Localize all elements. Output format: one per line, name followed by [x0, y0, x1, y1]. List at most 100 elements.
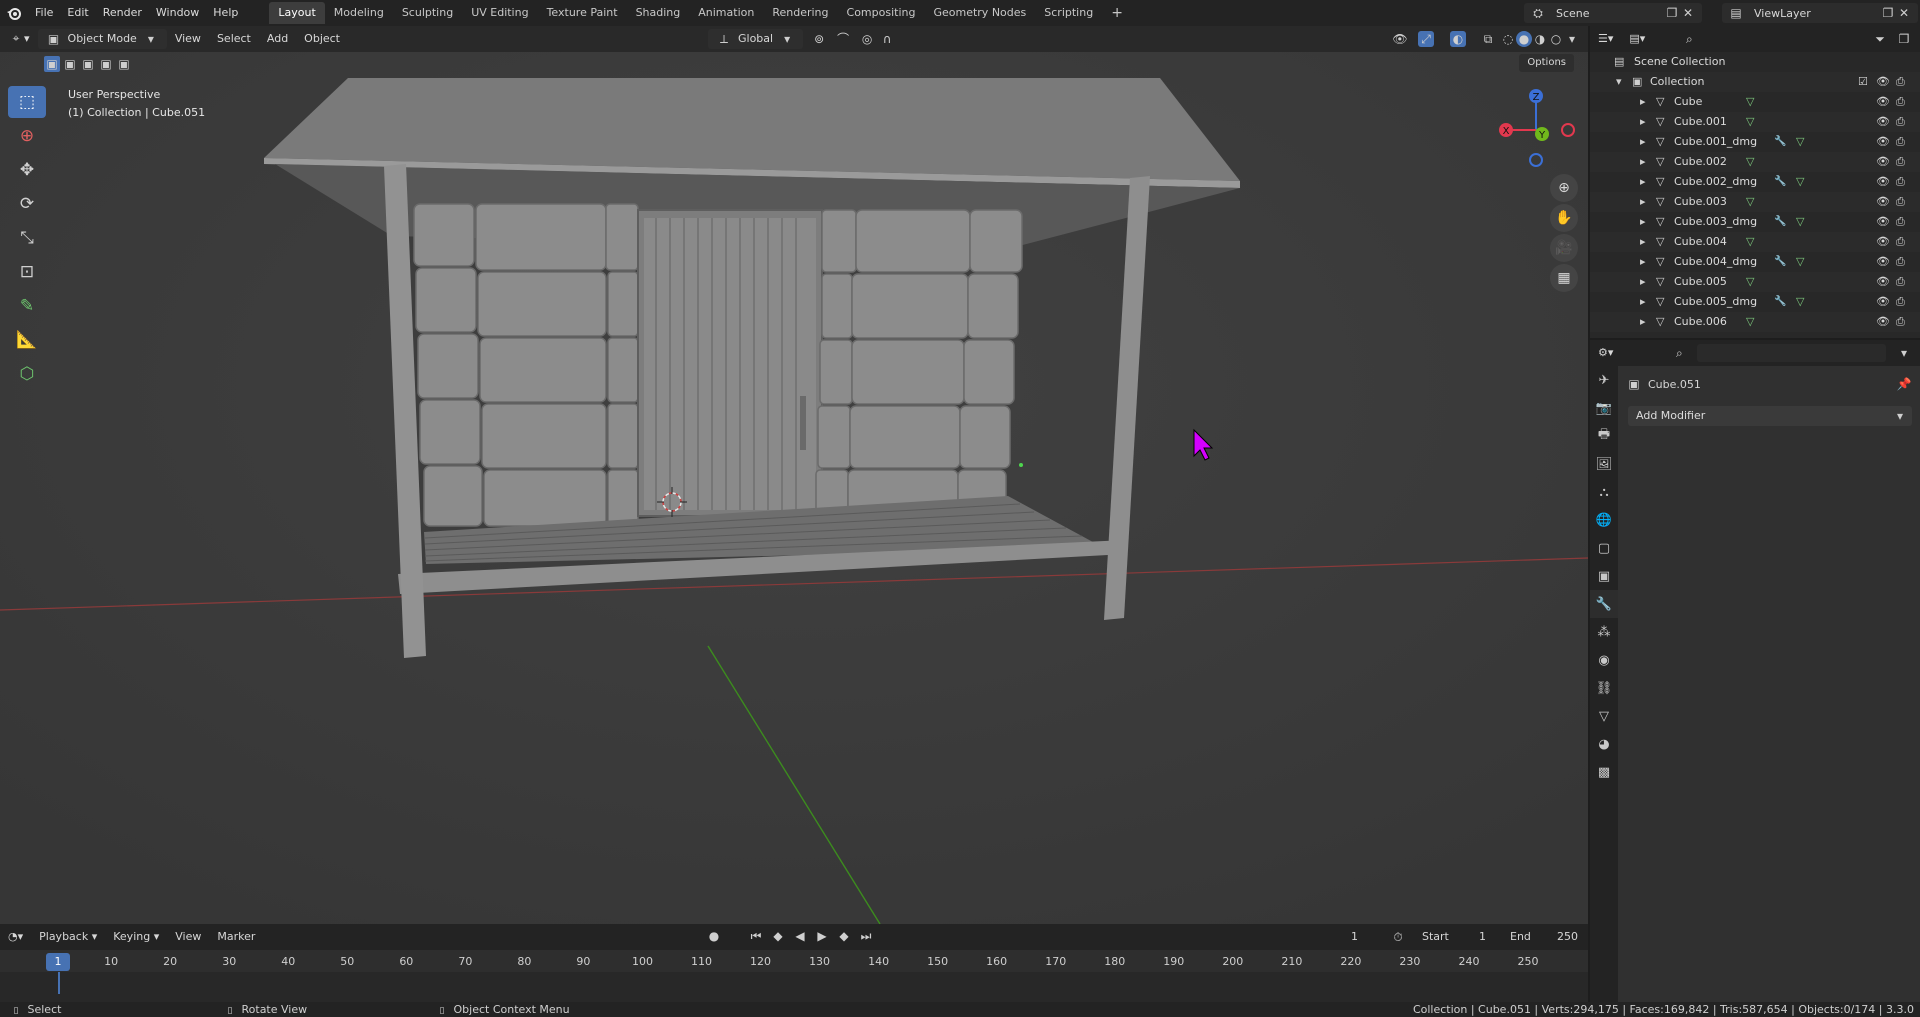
expand-arrow-icon[interactable]: ▸: [1640, 232, 1646, 252]
expand-arrow-icon[interactable]: ▸: [1640, 92, 1646, 112]
camera-render-icon[interactable]: ⎙: [1896, 192, 1905, 212]
camera-render-icon[interactable]: ⎙: [1896, 272, 1905, 292]
timeline-editor-type-icon[interactable]: ◔▾: [0, 927, 31, 947]
camera-render-icon[interactable]: ⎙: [1896, 252, 1905, 272]
tab-animation[interactable]: Animation: [689, 2, 763, 24]
camera-render-icon[interactable]: ⎙: [1896, 212, 1905, 232]
object-tab-icon[interactable]: ▣: [1590, 562, 1618, 590]
tab-geometry-nodes[interactable]: Geometry Nodes: [924, 2, 1035, 24]
tab-compositing[interactable]: Compositing: [838, 2, 925, 24]
camera-render-icon[interactable]: ⎙: [1896, 172, 1905, 192]
tab-modeling[interactable]: Modeling: [325, 2, 393, 24]
expand-arrow-icon[interactable]: ▸: [1640, 112, 1646, 132]
eye-icon[interactable]: 👁: [1876, 172, 1890, 192]
visibility-icon[interactable]: 👁: [1392, 31, 1408, 47]
jump-start-icon[interactable]: ⏮: [748, 928, 764, 944]
eye-icon[interactable]: 👁: [1876, 272, 1890, 292]
outliner-object-row[interactable]: ▸ ▽ Cube.001 ▽ 👁 ⎙: [1590, 112, 1920, 132]
outliner-scene-collection[interactable]: ▤ Scene Collection: [1590, 52, 1920, 72]
properties-editor-type-icon[interactable]: ⚙▾: [1590, 343, 1621, 363]
view-layer-selector[interactable]: ▤ ViewLayer ❐ ✕: [1722, 3, 1918, 23]
menu-render[interactable]: Render: [96, 3, 149, 23]
wrench-modifier-icon[interactable]: 🔧: [1774, 172, 1786, 192]
shading-options-icon[interactable]: ▾: [1564, 31, 1580, 47]
properties-editor[interactable]: ⚙▾ ⌕ ▾ ✈ 📷 🖶 🖼 ⛬ 🌐 ▢ ▣ 🔧 ⁂ ◉ ⛓ ▽ ◕ ▩ ▣ C…: [1590, 340, 1920, 1002]
overlay-toggle-icon[interactable]: ◐: [1450, 31, 1466, 47]
pan-hand-icon[interactable]: ✋: [1550, 204, 1578, 232]
outliner[interactable]: ☰▾ ▤▾ ⌕ ⏷ ❐ ▤ Scene Collection ▾ ▣ Colle…: [1590, 26, 1920, 338]
select-subtract-icon[interactable]: ▣: [80, 56, 96, 72]
mesh-data-icon[interactable]: ▽: [1746, 192, 1754, 212]
expand-arrow-icon[interactable]: ▸: [1640, 312, 1646, 332]
keyframe-track[interactable]: [0, 972, 1588, 1002]
jump-end-icon[interactable]: ⏭: [858, 928, 874, 944]
output-tab-icon[interactable]: 🖶: [1590, 422, 1618, 450]
menu-add[interactable]: Add: [259, 29, 296, 49]
eye-icon[interactable]: 👁: [1876, 132, 1890, 152]
eye-icon[interactable]: 👁: [1876, 92, 1890, 112]
pivot-icon[interactable]: ⊚: [811, 31, 827, 47]
wireframe-shading-icon[interactable]: ◌: [1500, 31, 1516, 47]
outliner-object-row[interactable]: ▸ ▽ Cube.006 ▽ 👁 ⎙: [1590, 312, 1920, 332]
expand-arrow-icon[interactable]: ▸: [1640, 272, 1646, 292]
menu-select[interactable]: Select: [209, 29, 259, 49]
eye-icon[interactable]: 👁: [1876, 212, 1890, 232]
select-box-tool-icon[interactable]: ⬚: [8, 86, 46, 118]
tab-rendering[interactable]: Rendering: [763, 2, 837, 24]
measure-tool-icon[interactable]: 📐: [8, 324, 46, 356]
scene-selector[interactable]: ⛭ Scene ❐ ✕: [1524, 3, 1702, 23]
cursor-tool-icon[interactable]: ⊕: [8, 120, 46, 152]
menu-keying[interactable]: Keying ▾: [105, 927, 167, 947]
search-icon[interactable]: ⌕: [1681, 31, 1697, 47]
menu-help[interactable]: Help: [206, 3, 245, 23]
play-reverse-icon[interactable]: ◀: [792, 928, 808, 944]
add-workspace-button[interactable]: +: [1102, 2, 1132, 24]
eye-icon[interactable]: 👁: [1876, 112, 1890, 132]
menu-window[interactable]: Window: [149, 3, 206, 23]
prev-keyframe-icon[interactable]: ◆: [770, 928, 786, 944]
chevron-down-icon[interactable]: ▾: [1896, 345, 1912, 361]
wrench-modifier-icon[interactable]: 🔧: [1774, 132, 1786, 152]
mesh-data-icon[interactable]: ▽: [1796, 172, 1804, 192]
outliner-object-row[interactable]: ▸ ▽ Cube.003 ▽ 👁 ⎙: [1590, 192, 1920, 212]
select-extend-icon[interactable]: ▣: [62, 56, 78, 72]
outliner-object-row[interactable]: ▸ ▽ Cube ▽ 👁 ⎙: [1590, 92, 1920, 112]
tab-texture-paint[interactable]: Texture Paint: [538, 2, 627, 24]
3d-viewport[interactable]: ⌖ ▾ ▣ Object Mode ▾ View Select Add Objec…: [0, 26, 1588, 924]
outliner-object-row[interactable]: ▸ ▽ Cube.003_dmg 🔧 ▽ 👁 ⎙: [1590, 212, 1920, 232]
world-tab-icon[interactable]: 🌐: [1590, 506, 1618, 534]
mesh-data-icon[interactable]: ▽: [1796, 132, 1804, 152]
tab-scripting[interactable]: Scripting: [1035, 2, 1102, 24]
expand-arrow-icon[interactable]: ▸: [1640, 132, 1646, 152]
zoom-icon[interactable]: ⊕: [1550, 174, 1578, 202]
mesh-data-icon[interactable]: ▽: [1746, 112, 1754, 132]
render-tab-icon[interactable]: 📷: [1590, 394, 1618, 422]
camera-icon[interactable]: 🎥: [1550, 234, 1578, 262]
wrench-modifier-icon[interactable]: 🔧: [1774, 292, 1786, 312]
camera-render-icon[interactable]: ⎙: [1896, 132, 1905, 152]
camera-render-icon[interactable]: ⎙: [1896, 152, 1905, 172]
snap-icon[interactable]: ⌒: [835, 31, 851, 47]
eye-icon[interactable]: 👁: [1876, 72, 1890, 92]
checkbox-icon[interactable]: ☑: [1858, 72, 1868, 92]
eye-icon[interactable]: 👁: [1876, 232, 1890, 252]
camera-render-icon[interactable]: ⎙: [1896, 232, 1905, 252]
menu-marker[interactable]: Marker: [209, 927, 263, 947]
tool-tab-icon[interactable]: ✈: [1590, 366, 1618, 394]
camera-render-icon[interactable]: ⎙: [1896, 72, 1905, 92]
eye-icon[interactable]: 👁: [1876, 152, 1890, 172]
editor-type-button[interactable]: ⌖ ▾: [0, 29, 38, 49]
transform-tool-icon[interactable]: ⊡: [8, 256, 46, 288]
menu-timeline-view[interactable]: View: [167, 927, 209, 947]
stopwatch-icon[interactable]: ⏱: [1390, 929, 1406, 945]
eye-icon[interactable]: 👁: [1876, 292, 1890, 312]
search-icon[interactable]: ⌕: [1671, 345, 1687, 361]
add-modifier-button[interactable]: Add Modifier ▾: [1628, 406, 1912, 426]
camera-render-icon[interactable]: ⎙: [1896, 112, 1905, 132]
next-keyframe-icon[interactable]: ◆: [836, 928, 852, 944]
texture-tab-icon[interactable]: ▩: [1590, 758, 1618, 786]
move-tool-icon[interactable]: ✥: [8, 154, 46, 186]
collection-tab-icon[interactable]: ▢: [1590, 534, 1618, 562]
ortho-grid-icon[interactable]: ▦: [1550, 264, 1578, 292]
outliner-object-row[interactable]: ▸ ▽ Cube.004_dmg 🔧 ▽ 👁 ⎙: [1590, 252, 1920, 272]
